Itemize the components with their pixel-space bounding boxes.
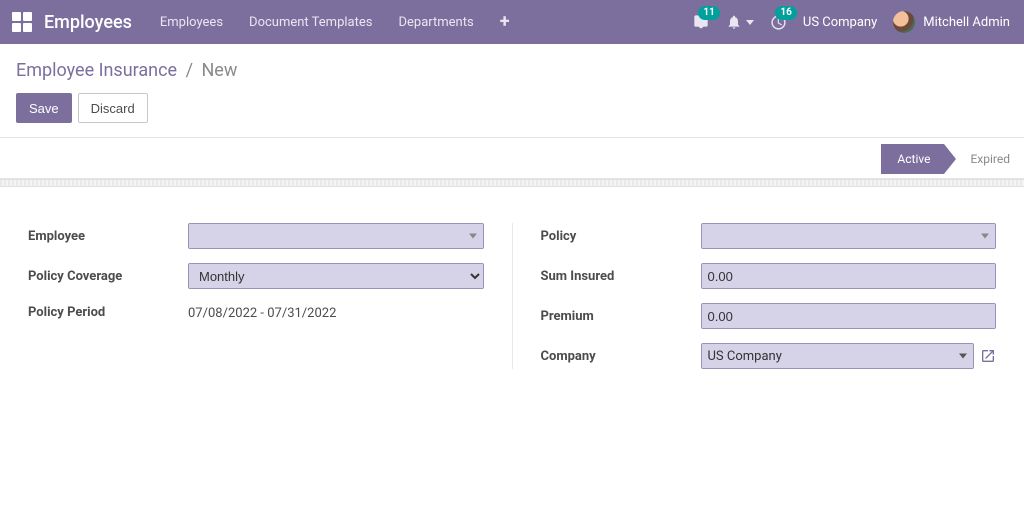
breadcrumb: Employee Insurance / New xyxy=(16,60,1008,81)
user-menu[interactable]: Mitchell Admin xyxy=(893,11,1010,33)
field-company: Company US Company xyxy=(541,343,997,369)
notifications-button[interactable] xyxy=(726,14,754,30)
breadcrumb-root[interactable]: Employee Insurance xyxy=(16,60,177,81)
top-navbar: Employees Employees Document Templates D… xyxy=(0,0,1024,44)
premium-input[interactable] xyxy=(701,303,997,329)
company-label: Company xyxy=(541,349,701,364)
activities-badge: 16 xyxy=(775,6,796,20)
policy-coverage-select[interactable]: Monthly xyxy=(188,263,484,289)
company-value: US Company xyxy=(708,349,782,364)
policy-label: Policy xyxy=(541,229,701,244)
field-sum-insured: Sum Insured xyxy=(541,263,997,289)
apps-icon[interactable] xyxy=(12,12,32,32)
external-link-icon[interactable] xyxy=(980,348,996,364)
messages-button[interactable]: 11 xyxy=(692,14,710,30)
field-policy-period: Policy Period 07/08/2022 - 07/31/2022 xyxy=(28,303,484,321)
employee-label: Employee xyxy=(28,229,188,244)
divider xyxy=(0,179,1024,187)
field-policy: Policy xyxy=(541,223,997,249)
messages-badge: 11 xyxy=(698,6,719,20)
brand-title[interactable]: Employees xyxy=(44,12,132,33)
sum-insured-input[interactable] xyxy=(701,263,997,289)
company-switcher[interactable]: US Company xyxy=(803,15,877,30)
premium-label: Premium xyxy=(541,309,701,324)
chevron-down-icon xyxy=(981,234,989,239)
nav-link-document-templates[interactable]: Document Templates xyxy=(249,15,372,30)
action-buttons: Save Discard xyxy=(16,93,1008,123)
form-col-right: Policy Sum Insured Premium Company xyxy=(512,223,997,369)
sum-insured-label: Sum Insured xyxy=(541,269,701,284)
policy-coverage-label: Policy Coverage xyxy=(28,269,188,284)
bell-icon xyxy=(726,14,742,30)
company-input[interactable]: US Company xyxy=(701,343,975,369)
avatar xyxy=(893,11,915,33)
nav-link-departments[interactable]: Departments xyxy=(398,15,473,30)
field-premium: Premium xyxy=(541,303,997,329)
nav-links: Employees Document Templates Departments… xyxy=(160,13,510,31)
field-employee: Employee xyxy=(28,223,484,249)
breadcrumb-current: New xyxy=(201,60,237,81)
chevron-down-icon xyxy=(959,354,967,359)
navbar-right: 11 16 US Company Mitchell Admin xyxy=(692,11,1010,33)
chevron-down-icon xyxy=(746,20,754,25)
control-bar: Employee Insurance / New Save Discard xyxy=(0,44,1024,138)
nav-add-icon[interactable]: + xyxy=(500,13,510,31)
activities-button[interactable]: 16 xyxy=(770,14,787,31)
chevron-down-icon xyxy=(469,234,477,239)
save-button[interactable]: Save xyxy=(16,93,72,123)
breadcrumb-separator: / xyxy=(186,60,193,81)
nav-link-employees[interactable]: Employees xyxy=(160,15,223,30)
form-sheet: Employee Policy Coverage Monthly Policy … xyxy=(0,187,1024,389)
employee-input[interactable] xyxy=(188,223,484,249)
policy-input[interactable] xyxy=(701,223,997,249)
user-name: Mitchell Admin xyxy=(923,15,1010,30)
status-bar: Active Expired xyxy=(0,138,1024,179)
status-active[interactable]: Active xyxy=(881,144,944,174)
form-col-left: Employee Policy Coverage Monthly Policy … xyxy=(28,223,512,369)
policy-period-label: Policy Period xyxy=(28,305,188,320)
open-external-icon xyxy=(980,348,996,364)
policy-period-value: 07/08/2022 - 07/31/2022 xyxy=(188,303,484,321)
discard-button[interactable]: Discard xyxy=(78,93,148,123)
field-policy-coverage: Policy Coverage Monthly xyxy=(28,263,484,289)
